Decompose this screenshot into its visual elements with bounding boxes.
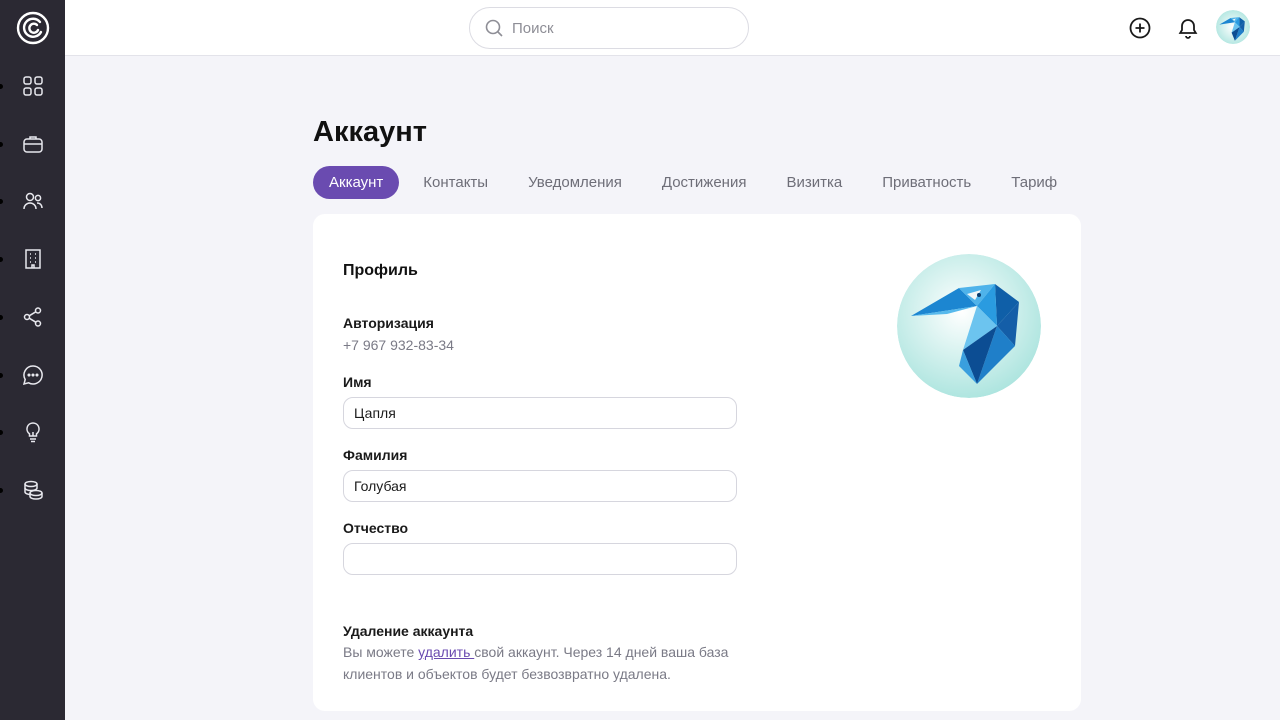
auth-label: Авторизация — [343, 315, 434, 331]
sidebar-item-finance[interactable] — [0, 470, 65, 510]
add-button[interactable] — [1126, 14, 1154, 42]
bell-icon — [1178, 19, 1198, 39]
middle-name-field[interactable] — [343, 543, 737, 575]
tab-bar: Аккаунт Контакты Уведомления Достижения … — [313, 166, 1081, 199]
nav-marker — [0, 199, 3, 204]
nav-marker — [0, 315, 3, 320]
profile-section-title: Профиль — [343, 262, 418, 279]
grid-icon — [22, 76, 43, 96]
search-box[interactable] — [469, 7, 749, 49]
sidebar-item-objects[interactable] — [0, 239, 65, 279]
delete-account-text: Вы можете удалить свой аккаунт. Через 14… — [343, 641, 743, 685]
sidebar-item-ideas[interactable] — [0, 412, 65, 452]
notifications-button[interactable] — [1174, 14, 1202, 42]
last-name-field[interactable] — [343, 470, 737, 502]
last-name-label: Фамилия — [343, 447, 408, 463]
tab-contacts[interactable]: Контакты — [407, 166, 504, 199]
nav-marker — [0, 430, 3, 435]
tab-notifications[interactable]: Уведомления — [512, 166, 638, 199]
heron-avatar-icon — [897, 254, 1041, 398]
sidebar-item-chat[interactable] — [0, 355, 65, 395]
auth-phone-value: +7 967 932-83-34 — [343, 337, 454, 353]
share-icon — [23, 307, 41, 327]
users-icon — [22, 192, 43, 210]
first-name-field[interactable] — [343, 397, 737, 429]
top-bar — [65, 0, 1280, 56]
delete-account-title: Удаление аккаунта — [343, 623, 474, 639]
plus-circle-icon — [1129, 17, 1151, 39]
profile-avatar[interactable] — [897, 254, 1041, 398]
nav-marker — [0, 488, 3, 493]
briefcase-icon — [22, 136, 43, 153]
tab-business-card[interactable]: Визитка — [770, 166, 858, 199]
delete-text-before: Вы можете — [343, 644, 419, 660]
nav-marker — [0, 257, 3, 262]
coins-icon — [23, 480, 43, 500]
tab-account[interactable]: Аккаунт — [313, 166, 400, 199]
tab-tariff[interactable]: Тариф — [995, 166, 1073, 199]
tab-achievements[interactable]: Достижения — [646, 166, 763, 199]
heron-avatar-icon — [1216, 10, 1250, 44]
nav-marker — [0, 142, 3, 147]
user-avatar[interactable] — [1216, 10, 1250, 44]
profile-card: Профиль Авторизация +7 967 932-83-34 Имя… — [313, 214, 1081, 711]
tab-privacy[interactable]: Приватность — [866, 166, 987, 199]
middle-name-label: Отчество — [343, 520, 409, 536]
first-name-label: Имя — [343, 374, 372, 390]
lightbulb-icon — [25, 422, 40, 443]
delete-account-link[interactable]: удалить — [418, 644, 474, 660]
chat-icon — [22, 365, 43, 386]
sidebar-item-clients[interactable] — [0, 181, 65, 221]
nav-marker — [0, 373, 3, 378]
app-logo-icon[interactable] — [16, 11, 50, 45]
sidebar-item-network[interactable] — [0, 297, 65, 337]
search-icon — [485, 19, 503, 37]
sidebar-item-deals[interactable] — [0, 124, 65, 164]
search-input[interactable] — [512, 19, 732, 37]
building-icon — [24, 249, 41, 269]
sidebar-item-dashboard[interactable] — [0, 66, 65, 106]
page-title: Аккаунт — [313, 116, 427, 148]
sidebar — [0, 0, 65, 720]
nav-marker — [0, 84, 3, 89]
